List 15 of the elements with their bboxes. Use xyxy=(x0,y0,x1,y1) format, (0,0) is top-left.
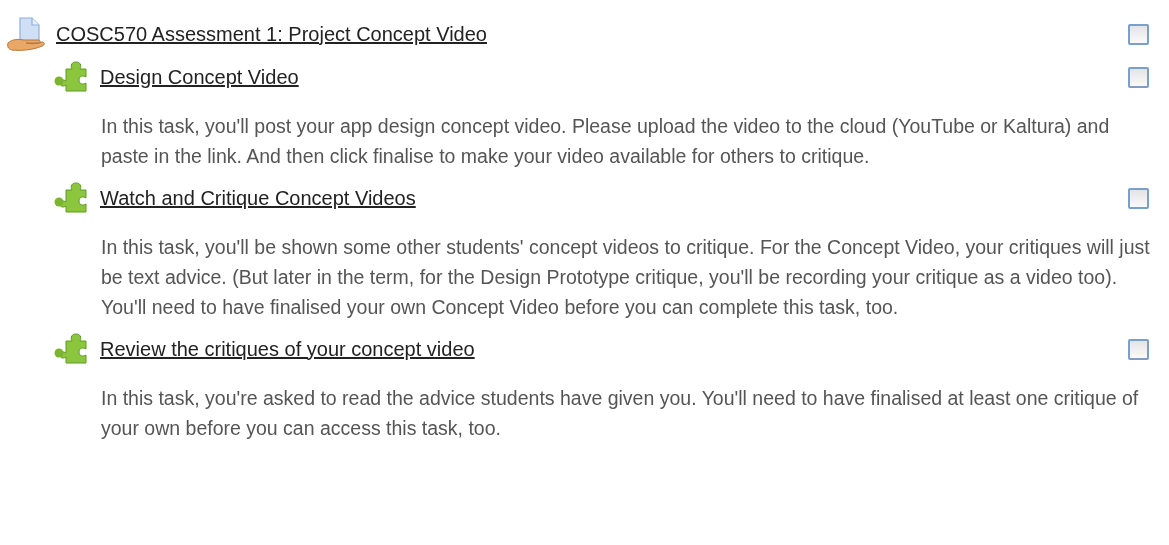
activity-link[interactable]: Watch and Critique Concept Videos xyxy=(100,186,416,210)
activity-link[interactable]: Review the critiques of your concept video xyxy=(100,337,475,361)
activity-description: In this task, you'll be shown some other students' concept videos to critique. For the Concept Video, your critiques will just be text advice. (But later in the term, for the Design Prototype critique, you'll be recording your critique as a video too). You'll need to have finalised your own Concept Video before you can complete this task, too. xyxy=(101,235,1151,320)
completion-checkbox[interactable] xyxy=(1128,23,1149,45)
completion-checkbox[interactable] xyxy=(1128,66,1149,88)
completion-checkbox[interactable] xyxy=(1128,187,1149,209)
activity-link[interactable]: Design Concept Video xyxy=(100,65,299,89)
document-in-hand-icon xyxy=(6,16,46,52)
puzzle-piece-icon xyxy=(54,333,90,365)
assignment-link[interactable]: COSC570 Assessment 1: Project Concept Video xyxy=(56,22,487,46)
completion-checkbox[interactable] xyxy=(1128,338,1149,360)
activity-description: In this task, you're asked to read the advice students have given you. You'll need to have finalised at least one critique of your own before you can access this task, too. xyxy=(101,386,1140,441)
puzzle-piece-icon xyxy=(54,182,90,214)
activity-description: In this task, you'll post your app design concept video. Please upload the video to the cloud (YouTube or Kaltura) and paste in the link. And then click finalise to make your video available for others to critique. xyxy=(101,114,1111,169)
puzzle-piece-icon xyxy=(54,61,90,93)
